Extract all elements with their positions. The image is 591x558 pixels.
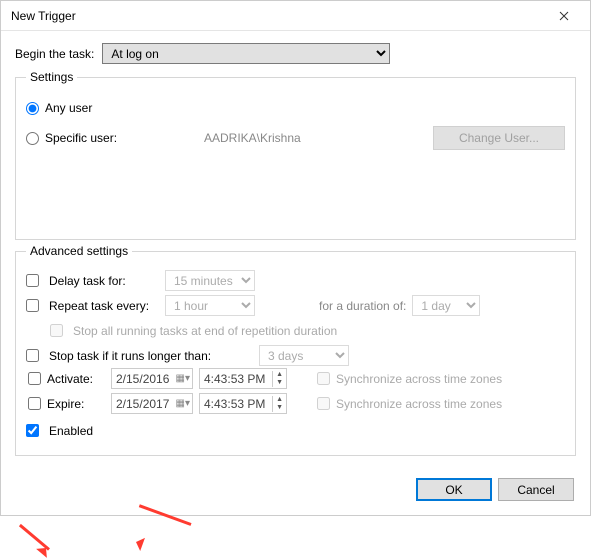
- spinner-icon[interactable]: ▲▼: [272, 396, 286, 412]
- delay-checkbox[interactable]: [26, 274, 39, 287]
- enabled-row: Enabled: [26, 418, 565, 443]
- expire-sync-checkbox: [317, 397, 330, 410]
- begin-task-select[interactable]: At log on: [102, 43, 390, 64]
- delay-row: Delay task for: 15 minutes: [26, 268, 565, 293]
- stop-all-row: Stop all running tasks at end of repetit…: [50, 318, 565, 343]
- expire-sync-col: Synchronize across time zones: [317, 397, 565, 411]
- advanced-settings-group: Advanced settings Delay task for: 15 min…: [15, 244, 576, 456]
- ok-button[interactable]: OK: [416, 478, 492, 501]
- titlebar: New Trigger: [1, 1, 590, 31]
- close-icon[interactable]: [544, 4, 584, 28]
- begin-task-row: Begin the task: At log on: [15, 43, 576, 64]
- repeat-label: Repeat task every:: [49, 299, 159, 313]
- repeat-checkbox[interactable]: [26, 299, 39, 312]
- expire-date[interactable]: 2/15/2017 ▦▾: [111, 393, 193, 414]
- stop-all-checkbox: [50, 324, 63, 337]
- stop-long-row: Stop task if it runs longer than: 3 days: [26, 343, 565, 368]
- datetime-block: Activate: 2/15/2016 ▦▾ 4:43:53 PM ▲▼ Syn…: [26, 368, 565, 414]
- activate-sync-col: Synchronize across time zones: [317, 372, 565, 386]
- repeat-duration-label: for a duration of:: [319, 299, 406, 313]
- specific-user-value: AADRIKA\Krishna: [204, 131, 425, 145]
- delay-label: Delay task for:: [49, 274, 159, 288]
- any-user-label: Any user: [45, 101, 92, 115]
- stop-long-select: 3 days: [259, 345, 349, 366]
- expire-checkbox[interactable]: [26, 397, 43, 410]
- stop-all-label: Stop all running tasks at end of repetit…: [73, 324, 337, 338]
- specific-user-radio[interactable]: [26, 132, 39, 145]
- repeat-duration-select: 1 day: [412, 295, 480, 316]
- activate-label: Activate:: [47, 372, 107, 386]
- window-title: New Trigger: [11, 9, 76, 23]
- any-user-radio[interactable]: [26, 102, 39, 115]
- button-bar: OK Cancel: [416, 478, 574, 501]
- repeat-row: Repeat task every: 1 hour for a duration…: [26, 293, 565, 318]
- spinner-icon[interactable]: ▲▼: [272, 371, 286, 387]
- specific-user-row: Specific user: AADRIKA\Krishna Change Us…: [26, 126, 565, 150]
- expire-sync-label: Synchronize across time zones: [336, 397, 502, 411]
- any-user-row: Any user: [26, 96, 565, 120]
- calendar-icon: ▦▾: [176, 398, 190, 409]
- calendar-icon: ▦▾: [176, 373, 190, 384]
- activate-time[interactable]: 4:43:53 PM ▲▼: [199, 368, 287, 389]
- begin-task-label: Begin the task:: [15, 47, 94, 61]
- change-user-button: Change User...: [433, 126, 565, 150]
- activate-sync-label: Synchronize across time zones: [336, 372, 502, 386]
- expire-time[interactable]: 4:43:53 PM ▲▼: [199, 393, 287, 414]
- dialog-content: Begin the task: At log on Settings Any u…: [1, 31, 590, 456]
- stop-long-checkbox[interactable]: [26, 349, 39, 362]
- stop-long-label: Stop task if it runs longer than:: [49, 349, 253, 363]
- cancel-button[interactable]: Cancel: [498, 478, 574, 501]
- enabled-checkbox[interactable]: [26, 424, 39, 437]
- activate-date[interactable]: 2/15/2016 ▦▾: [111, 368, 193, 389]
- settings-legend: Settings: [26, 70, 77, 84]
- advanced-legend: Advanced settings: [26, 244, 132, 258]
- activate-sync-checkbox: [317, 372, 330, 385]
- activate-checkbox[interactable]: [26, 372, 43, 385]
- expire-label: Expire:: [47, 397, 107, 411]
- delay-select: 15 minutes: [165, 270, 255, 291]
- enabled-label: Enabled: [49, 424, 93, 438]
- settings-group: Settings Any user Specific user: AADRIKA…: [15, 70, 576, 240]
- repeat-every-select: 1 hour: [165, 295, 255, 316]
- specific-user-label: Specific user:: [45, 131, 117, 145]
